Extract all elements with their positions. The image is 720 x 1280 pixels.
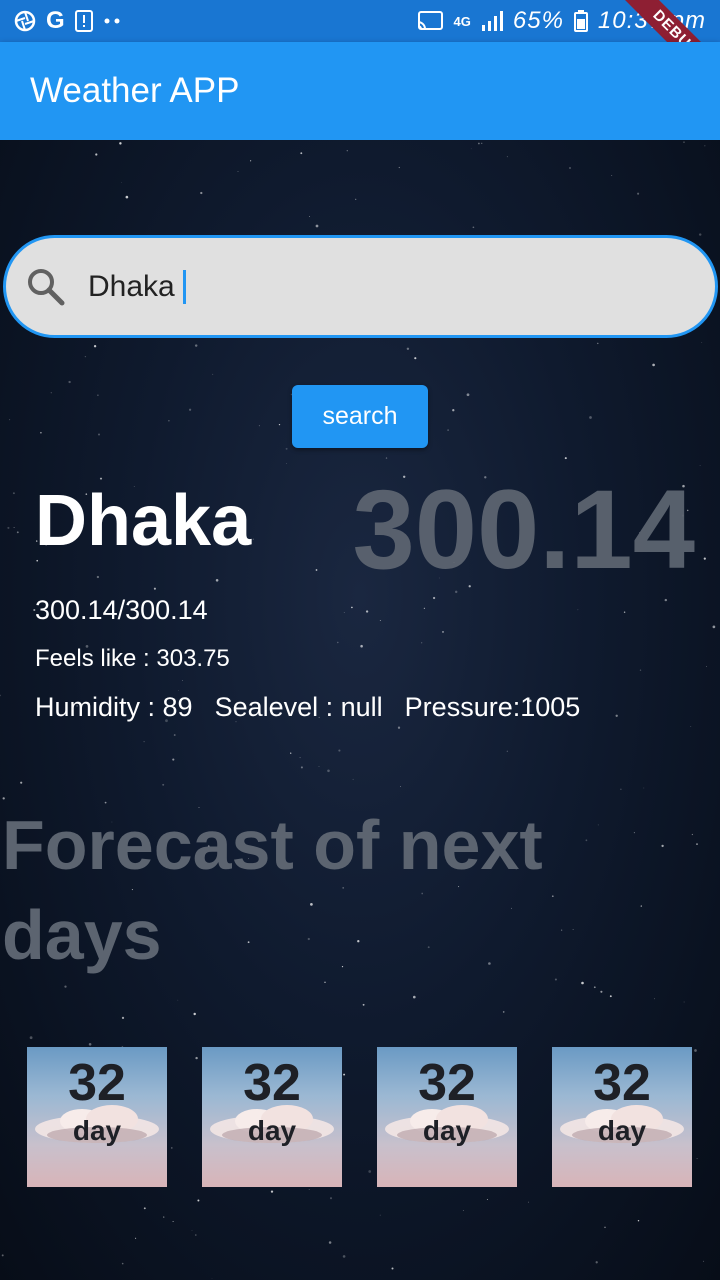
forecast-temp: 32 — [418, 1054, 476, 1112]
forecast-card[interactable]: 32 day — [552, 1047, 692, 1187]
feels-like: Feels like : 303.75 — [35, 645, 230, 672]
forecast-temp: 32 — [593, 1054, 651, 1112]
more-dots-icon — [103, 17, 121, 25]
city-name: Dhaka — [35, 481, 252, 561]
sealevel: Sealevel : null — [214, 692, 383, 722]
search-input[interactable]: Dhaka — [3, 235, 718, 338]
forecast-card[interactable]: 32 day — [377, 1047, 517, 1187]
current-temperature: 300.14 — [352, 467, 695, 592]
forecast-temp: 32 — [68, 1054, 126, 1112]
app-title: Weather APP — [30, 71, 240, 110]
battery-icon — [573, 10, 588, 32]
search-icon — [28, 268, 65, 305]
main-content: Dhaka search Dhaka 300.14 300.14/300.14 … — [0, 140, 720, 1280]
google-icon: G — [46, 7, 65, 34]
temperature-range: 300.14/300.14 — [35, 595, 208, 625]
weather-stats: Humidity : 89 Sealevel : null Pressure:1… — [35, 692, 580, 723]
text-cursor — [182, 269, 186, 304]
forecast-title: Forecast of next days — [2, 806, 543, 974]
forecast-day-label: day — [247, 1115, 297, 1146]
aperture-icon — [14, 10, 36, 32]
forecast-day-label: day — [422, 1115, 472, 1146]
forecast-card[interactable]: 32 day — [27, 1047, 167, 1187]
search-button[interactable]: search — [292, 385, 428, 448]
signal-icon — [481, 11, 503, 31]
forecast-day-label: day — [72, 1115, 122, 1146]
cast-icon — [416, 10, 444, 32]
forecast-day-label: day — [597, 1115, 647, 1146]
network-label: 4G — [453, 13, 471, 29]
battery-percent: 65% — [512, 7, 564, 34]
forecast-list: 32 day 32 day 32 day 32 day — [27, 1047, 692, 1187]
status-bar: G 4G 65% 10:37 pm DEBUG — [0, 0, 720, 42]
forecast-card[interactable]: 32 day — [202, 1047, 342, 1187]
humidity: Humidity : 89 — [35, 692, 193, 722]
search-input-value[interactable]: Dhaka — [88, 270, 175, 304]
alert-icon — [74, 10, 93, 32]
status-left: G — [14, 7, 121, 35]
pressure: Pressure:1005 — [404, 692, 581, 722]
app-bar: Weather APP — [0, 42, 720, 140]
forecast-temp: 32 — [243, 1054, 301, 1112]
